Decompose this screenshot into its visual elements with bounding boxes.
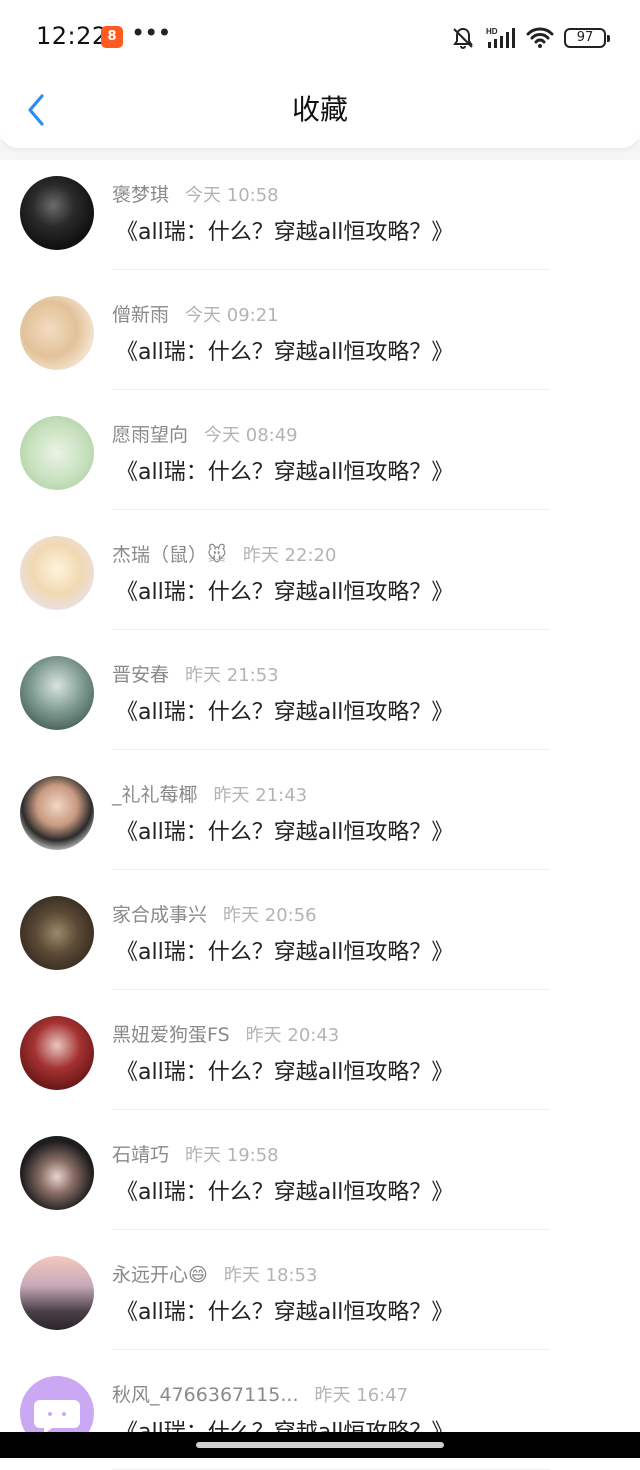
avatar[interactable] [20,896,94,970]
user-name[interactable]: 永远开心😄 [112,1264,208,1286]
user-name[interactable]: 杰瑞（鼠）🐭 [112,544,227,566]
wifi-icon [526,27,554,48]
home-gesture-handle[interactable] [196,1442,444,1448]
favorites-list: 褒梦琪 今天 10:58 《all瑞：什么？穿越all恒攻略？》 僧新雨 今天 09… [0,150,640,1470]
user-name[interactable]: _礼礼莓椰 [112,784,198,806]
user-name[interactable]: 愿雨望向 [112,424,188,446]
avatar[interactable] [20,656,94,730]
status-bar: 12:22 8 ••• HD 97 [0,0,640,72]
user-name[interactable]: 晋安春 [112,664,169,686]
user-name[interactable]: 僧新雨 [112,304,169,326]
list-item[interactable]: 黑妞爱狗蛋FS 昨天 20:43 《all瑞：什么？穿越all恒攻略？》 [0,990,640,1110]
message-text: 《all瑞：什么？穿越all恒攻略？》 [116,1180,454,1205]
timestamp: 今天 08:49 [204,425,298,446]
list-item[interactable]: 晋安春 昨天 21:53 《all瑞：什么？穿越all恒攻略？》 [0,630,640,750]
svg-text:HD: HD [486,27,498,36]
user-name[interactable]: 家合成事兴 [112,904,207,926]
message-text: 《all瑞：什么？穿越all恒攻略？》 [116,940,454,965]
timestamp: 昨天 21:43 [213,785,308,806]
avatar[interactable] [20,776,94,850]
list-item[interactable]: _礼礼莓椰 昨天 21:43 《all瑞：什么？穿越all恒攻略？》 [0,750,640,870]
timestamp: 昨天 19:58 [185,1145,279,1166]
timestamp: 昨天 18:53 [223,1265,318,1286]
list-item[interactable]: 愿雨望向 今天 08:49 《all瑞：什么？穿越all恒攻略？》 [0,390,640,510]
avatar[interactable] [20,176,94,250]
status-time: 12:22 [36,22,108,50]
timestamp: 昨天 16:47 [314,1385,409,1406]
timestamp: 昨天 22:20 [242,545,337,566]
user-name[interactable]: 黑妞爱狗蛋FS [112,1024,230,1046]
timestamp: 昨天 20:43 [245,1025,340,1046]
page-title: 收藏 [291,93,348,126]
user-name[interactable]: 石靖巧 [112,1144,169,1166]
list-item[interactable]: 褒梦琪 今天 10:58 《all瑞：什么？穿越all恒攻略？》 [0,150,640,270]
timestamp: 今天 09:21 [185,305,279,326]
list-item[interactable]: 永远开心😄 昨天 18:53 《all瑞：什么？穿越all恒攻略？》 [0,1230,640,1350]
avatar[interactable] [20,536,94,610]
list-item[interactable]: 杰瑞（鼠）🐭 昨天 22:20 《all瑞：什么？穿越all恒攻略？》 [0,510,640,630]
status-icons: HD 97 [450,24,610,52]
message-text: 《all瑞：什么？穿越all恒攻略？》 [116,220,454,245]
more-notifications-icon: ••• [131,19,171,47]
silent-bell-icon [453,27,473,49]
message-text: 《all瑞：什么？穿越all恒攻略？》 [116,820,454,845]
list-item[interactable]: 僧新雨 今天 09:21 《all瑞：什么？穿越all恒攻略？》 [0,270,640,390]
hd-signal-icon: HD [486,27,515,48]
avatar[interactable] [20,296,94,370]
message-text: 《all瑞：什么？穿越all恒攻略？》 [116,460,454,485]
timestamp: 今天 10:58 [185,185,279,206]
avatar[interactable] [20,1256,94,1330]
user-name[interactable]: 褒梦琪 [112,184,169,206]
message-text: 《all瑞：什么？穿越all恒攻略？》 [116,340,454,365]
timestamp: 昨天 21:53 [185,665,279,686]
message-text: 《all瑞：什么？穿越all恒攻略？》 [116,1060,454,1085]
message-text: 《all瑞：什么？穿越all恒攻略？》 [116,700,454,725]
avatar[interactable] [20,416,94,490]
header: 12:22 8 ••• HD 97 收藏 [0,0,640,148]
battery-icon: 97 [564,28,610,48]
system-navigation-bar [0,1432,640,1458]
user-name[interactable]: 秋风_4766367115... [112,1384,299,1406]
timestamp: 昨天 20:56 [223,905,317,926]
message-text: 《all瑞：什么？穿越all恒攻略？》 [116,1300,454,1325]
list-item[interactable]: 石靖巧 昨天 19:58 《all瑞：什么？穿越all恒攻略？》 [0,1110,640,1230]
avatar[interactable] [20,1016,94,1090]
app-notification-icon: 8 [101,26,123,48]
list-item[interactable]: 家合成事兴 昨天 20:56 《all瑞：什么？穿越all恒攻略？》 [0,870,640,990]
avatar[interactable] [20,1136,94,1210]
message-text: 《all瑞：什么？穿越all恒攻略？》 [116,580,454,605]
